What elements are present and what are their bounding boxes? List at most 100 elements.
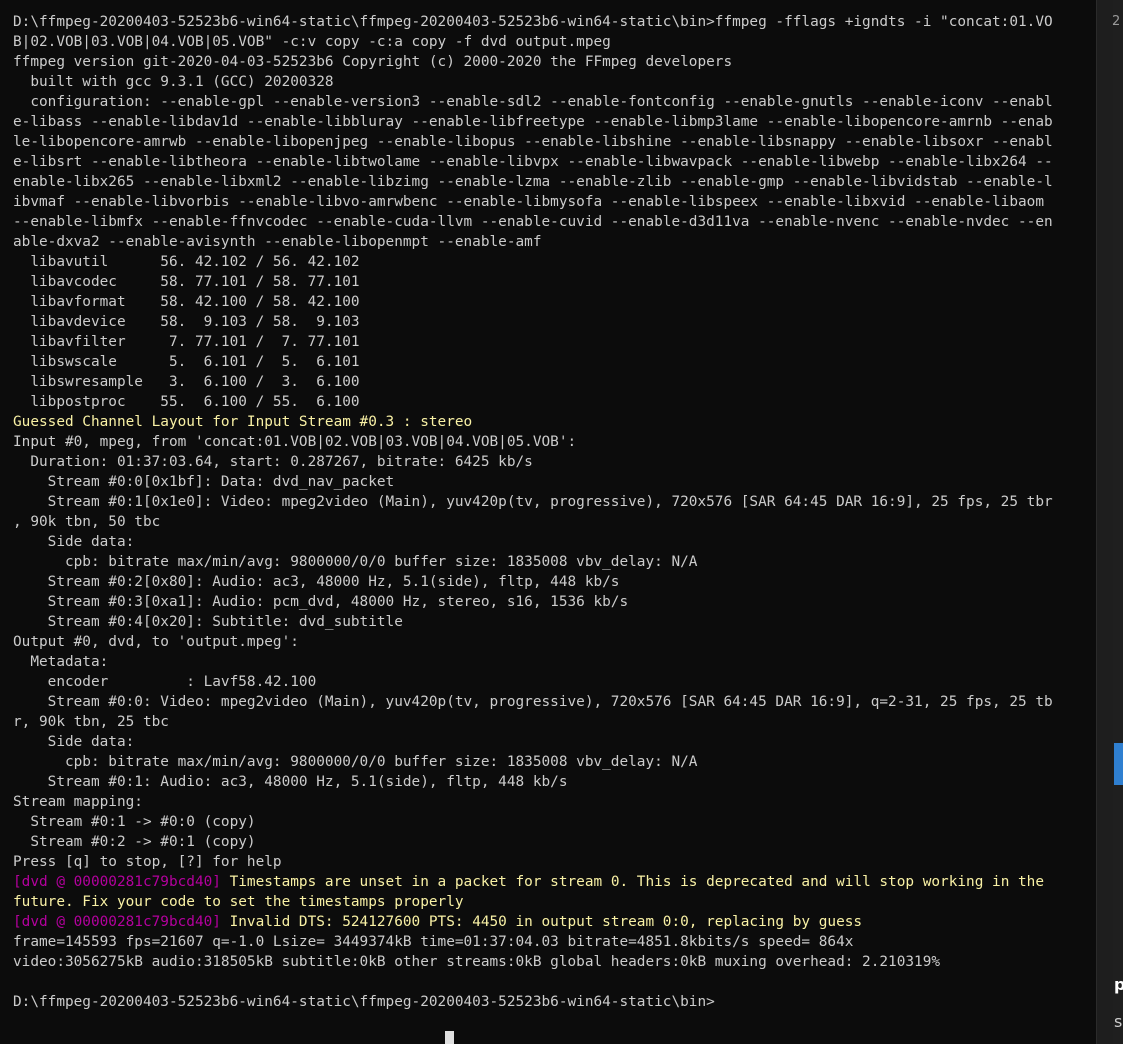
line-text: --enable-libmfx --enable-ffnvcodec --ena… (13, 214, 1053, 230)
terminal-line: built with gcc 9.3.1 (GCC) 20200328 (13, 72, 1094, 92)
terminal-line: Side data: (13, 532, 1094, 552)
terminal-line: Press [q] to stop, [?] for help (13, 852, 1094, 872)
terminal-line: le-libopencore-amrwb --enable-libopenjpe… (13, 132, 1094, 152)
line-text: Stream mapping: (13, 794, 143, 810)
line-text: libpostproc 55. 6.100 / 55. 6.100 (13, 394, 360, 410)
line-text: le-libopencore-amrwb --enable-libopenjpe… (13, 134, 1053, 150)
line-text: Stream #0:2[0x80]: Audio: ac3, 48000 Hz,… (13, 574, 620, 590)
line-text: , 90k tbn, 50 tbc (13, 514, 161, 530)
line-text: Stream #0:0[0x1bf]: Data: dvd_nav_packet (13, 474, 395, 490)
terminal-line: Output #0, dvd, to 'output.mpeg': (13, 632, 1094, 652)
line-text: Side data: (13, 534, 135, 550)
line-text: Input #0, mpeg, from 'concat:01.VOB|02.V… (13, 434, 577, 450)
line-text: D:\ffmpeg-20200403-52523b6-win64-static\… (13, 14, 1053, 30)
adjacent-window-line-number: 2 (1112, 14, 1121, 29)
terminal-line: B|02.VOB|03.VOB|04.VOB|05.VOB" -c:v copy… (13, 32, 1094, 52)
terminal-line: D:\ffmpeg-20200403-52523b6-win64-static\… (13, 992, 1094, 1012)
terminal-line: libavfilter 7. 77.101 / 7. 77.101 (13, 332, 1094, 352)
terminal-line: Stream #0:4[0x20]: Subtitle: dvd_subtitl… (13, 612, 1094, 632)
line-text: Timestamps are unset in a packet for str… (220, 874, 1045, 890)
terminal-line: libswresample 3. 6.100 / 3. 6.100 (13, 372, 1094, 392)
terminal-line: libswscale 5. 6.101 / 5. 6.101 (13, 352, 1094, 372)
line-text: ibvmaf --enable-libvorbis --enable-libvo… (13, 194, 1045, 210)
line-text: r, 90k tbn, 25 tbc (13, 714, 169, 730)
line-text: libavcodec 58. 77.101 / 58. 77.101 (13, 274, 360, 290)
terminal-line: e-libsrt --enable-libtheora --enable-lib… (13, 152, 1094, 172)
line-text: D:\ffmpeg-20200403-52523b6-win64-static\… (13, 994, 715, 1010)
scrollbar-track[interactable] (1096, 0, 1114, 1044)
terminal-line: cpb: bitrate max/min/avg: 9800000/0/0 bu… (13, 552, 1094, 572)
line-text: frame=145593 fps=21607 q=-1.0 Lsize= 344… (13, 934, 854, 950)
terminal-line: ibvmaf --enable-libvorbis --enable-libvo… (13, 192, 1094, 212)
line-text: cpb: bitrate max/min/avg: 9800000/0/0 bu… (13, 554, 698, 570)
terminal-line: cpb: bitrate max/min/avg: 9800000/0/0 bu… (13, 752, 1094, 772)
terminal-line: encoder : Lavf58.42.100 (13, 672, 1094, 692)
line-text: e-libsrt --enable-libtheora --enable-lib… (13, 154, 1053, 170)
line-text: Output #0, dvd, to 'output.mpeg': (13, 634, 299, 650)
log-prefix: [dvd @ 00000281c79bcd40] (13, 874, 221, 890)
adjacent-window-glyph-2: s (1114, 1012, 1123, 1031)
terminal-line: Stream #0:3[0xa1]: Audio: pcm_dvd, 48000… (13, 592, 1094, 612)
scrollbar-thumb[interactable] (1114, 743, 1123, 785)
terminal-line: libavcodec 58. 77.101 / 58. 77.101 (13, 272, 1094, 292)
terminal-line: Stream #0:1 -> #0:0 (copy) (13, 812, 1094, 832)
terminal-line: Stream #0:1[0x1e0]: Video: mpeg2video (M… (13, 492, 1094, 512)
line-text: Stream #0:4[0x20]: Subtitle: dvd_subtitl… (13, 614, 403, 630)
terminal-window[interactable]: D:\ffmpeg-20200403-52523b6-win64-static\… (0, 0, 1096, 1044)
line-text: Stream #0:1: Audio: ac3, 48000 Hz, 5.1(s… (13, 774, 568, 790)
line-text: enable-libx265 --enable-libxml2 --enable… (13, 174, 1053, 190)
terminal-line: e-libass --enable-libdav1d --enable-libb… (13, 112, 1094, 132)
terminal-line: video:3056275kB audio:318505kB subtitle:… (13, 952, 1094, 972)
terminal-line: libavdevice 58. 9.103 / 58. 9.103 (13, 312, 1094, 332)
line-text: libavformat 58. 42.100 / 58. 42.100 (13, 294, 360, 310)
terminal-line: libpostproc 55. 6.100 / 55. 6.100 (13, 392, 1094, 412)
terminal-line: Stream #0:0[0x1bf]: Data: dvd_nav_packet (13, 472, 1094, 492)
text-cursor (445, 1031, 454, 1044)
terminal-line: [dvd @ 00000281c79bcd40] Timestamps are … (13, 872, 1094, 892)
line-text: libswresample 3. 6.100 / 3. 6.100 (13, 374, 360, 390)
terminal-line: libavutil 56. 42.102 / 56. 42.102 (13, 252, 1094, 272)
terminal-line: frame=145593 fps=21607 q=-1.0 Lsize= 344… (13, 932, 1094, 952)
line-text: video:3056275kB audio:318505kB subtitle:… (13, 954, 941, 970)
line-text: Press [q] to stop, [?] for help (13, 854, 282, 870)
line-text: libavdevice 58. 9.103 / 58. 9.103 (13, 314, 360, 330)
terminal-line: [dvd @ 00000281c79bcd40] Invalid DTS: 52… (13, 912, 1094, 932)
terminal-line: D:\ffmpeg-20200403-52523b6-win64-static\… (13, 12, 1094, 32)
line-text: Guessed Channel Layout for Input Stream … (13, 414, 473, 430)
terminal-line: ffmpeg version git-2020-04-03-52523b6 Co… (13, 52, 1094, 72)
terminal-output: D:\ffmpeg-20200403-52523b6-win64-static\… (13, 12, 1094, 1012)
adjacent-window-glyph: p (1114, 975, 1123, 994)
log-prefix: [dvd @ 00000281c79bcd40] (13, 914, 221, 930)
terminal-line: Stream #0:2[0x80]: Audio: ac3, 48000 Hz,… (13, 572, 1094, 592)
line-text: Stream #0:1[0x1e0]: Video: mpeg2video (M… (13, 494, 1053, 510)
line-text: configuration: --enable-gpl --enable-ver… (13, 94, 1053, 110)
line-text: able-dxva2 --enable-avisynth --enable-li… (13, 234, 542, 250)
terminal-line: , 90k tbn, 50 tbc (13, 512, 1094, 532)
terminal-line: Duration: 01:37:03.64, start: 0.287267, … (13, 452, 1094, 472)
terminal-line: future. Fix your code to set the timesta… (13, 892, 1094, 912)
terminal-line: Stream #0:0: Video: mpeg2video (Main), y… (13, 692, 1094, 712)
line-text: B|02.VOB|03.VOB|04.VOB|05.VOB" -c:v copy… (13, 34, 611, 50)
terminal-line: Stream #0:2 -> #0:1 (copy) (13, 832, 1094, 852)
terminal-line: Stream #0:1: Audio: ac3, 48000 Hz, 5.1(s… (13, 772, 1094, 792)
line-text: Metadata: (13, 654, 109, 670)
line-text: Duration: 01:37:03.64, start: 0.287267, … (13, 454, 533, 470)
line-text: future. Fix your code to set the timesta… (13, 894, 464, 910)
terminal-line: r, 90k tbn, 25 tbc (13, 712, 1094, 732)
terminal-line: Metadata: (13, 652, 1094, 672)
line-text: e-libass --enable-libdav1d --enable-libb… (13, 114, 1053, 130)
line-text: libavutil 56. 42.102 / 56. 42.102 (13, 254, 360, 270)
terminal-line: Input #0, mpeg, from 'concat:01.VOB|02.V… (13, 432, 1094, 452)
adjacent-window-edge (1113, 0, 1123, 1044)
line-text: Stream #0:2 -> #0:1 (copy) (13, 834, 256, 850)
line-text: Stream #0:3[0xa1]: Audio: pcm_dvd, 48000… (13, 594, 629, 610)
terminal-line: enable-libx265 --enable-libxml2 --enable… (13, 172, 1094, 192)
line-text: ffmpeg version git-2020-04-03-52523b6 Co… (13, 54, 733, 70)
terminal-line: configuration: --enable-gpl --enable-ver… (13, 92, 1094, 112)
line-text: encoder : Lavf58.42.100 (13, 674, 317, 690)
terminal-line: Side data: (13, 732, 1094, 752)
terminal-line: Guessed Channel Layout for Input Stream … (13, 412, 1094, 432)
terminal-line: libavformat 58. 42.100 / 58. 42.100 (13, 292, 1094, 312)
line-text: Stream #0:1 -> #0:0 (copy) (13, 814, 256, 830)
